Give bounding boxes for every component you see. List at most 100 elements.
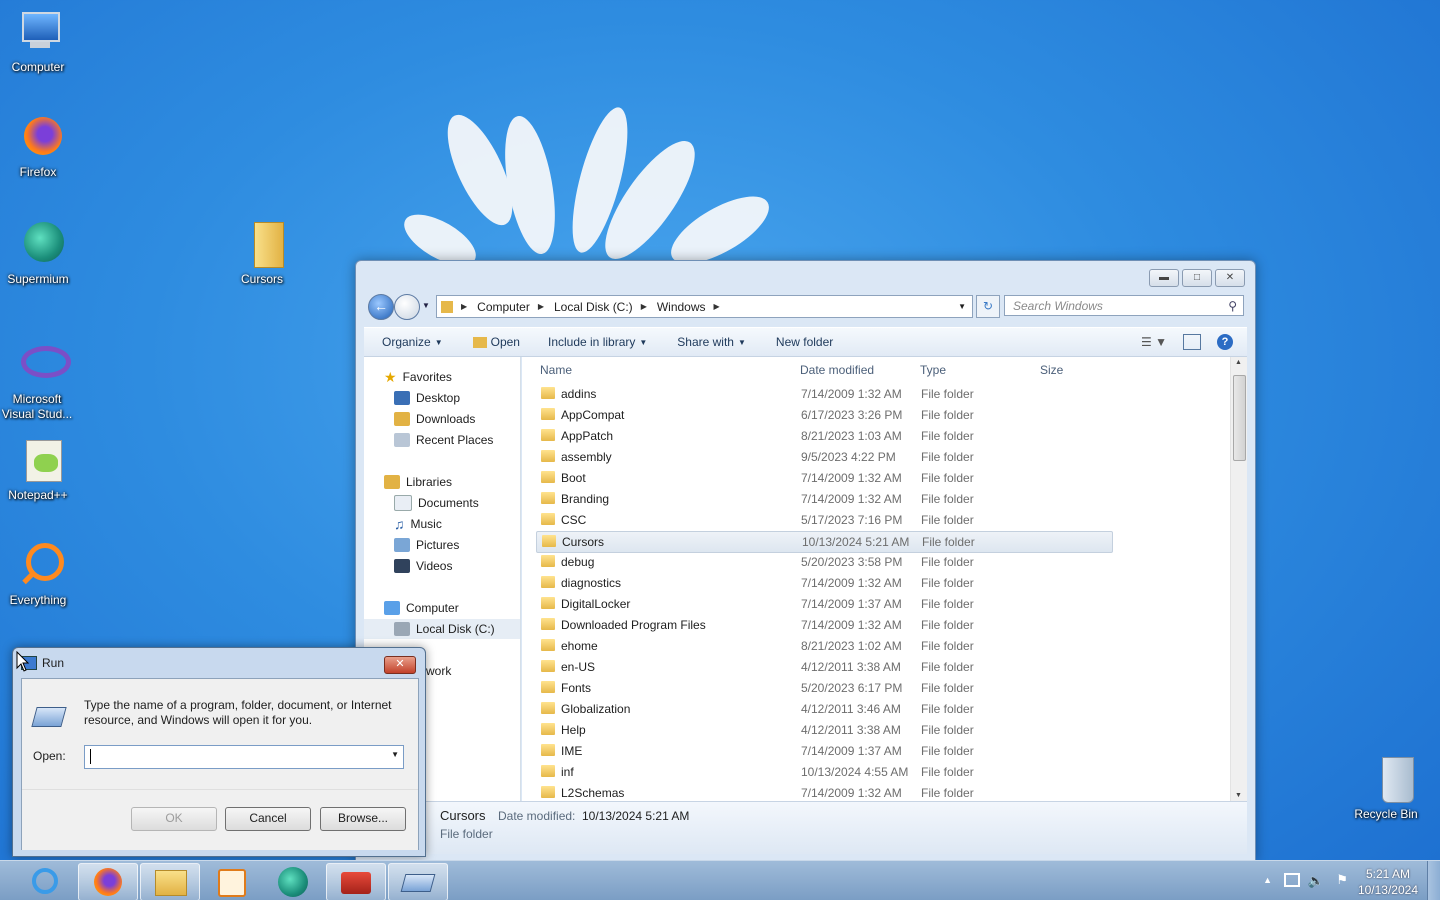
row-type: File folder bbox=[921, 702, 974, 716]
taskbar-explorer[interactable] bbox=[140, 863, 200, 900]
taskbar-supermium[interactable] bbox=[264, 863, 322, 899]
taskbar-run[interactable] bbox=[388, 863, 448, 900]
table-row[interactable]: Branding 7/14/2009 1:32 AM File folder bbox=[536, 489, 1111, 509]
table-row[interactable]: addins 7/14/2009 1:32 AM File folder bbox=[536, 384, 1111, 404]
table-row[interactable]: inf 10/13/2024 4:55 AM File folder bbox=[536, 762, 1111, 782]
desktop-icon-cursors[interactable]: Cursors bbox=[224, 220, 300, 287]
row-type: File folder bbox=[921, 471, 974, 485]
nav-downloads[interactable]: Downloads bbox=[394, 409, 475, 429]
column-date-modified[interactable]: Date modified bbox=[800, 363, 874, 377]
taskbar-internet-explorer[interactable] bbox=[16, 863, 74, 899]
run-close-button[interactable]: ✕ bbox=[384, 656, 416, 674]
table-row[interactable]: Downloaded Program Files 7/14/2009 1:32 A… bbox=[536, 615, 1111, 635]
table-row[interactable]: AppCompat 6/17/2023 3:26 PM File folder bbox=[536, 405, 1111, 425]
new-folder-button[interactable]: New folder bbox=[776, 335, 833, 349]
nav-videos[interactable]: Videos bbox=[394, 556, 452, 576]
nav-pictures[interactable]: Pictures bbox=[394, 535, 459, 555]
table-row[interactable]: debug 5/20/2023 3:58 PM File folder bbox=[536, 552, 1111, 572]
table-row[interactable]: Cursors 10/13/2024 5:21 AM File folder bbox=[536, 531, 1113, 553]
nav-local-disk[interactable]: Local Disk (C:) bbox=[364, 619, 520, 639]
run-browse-button[interactable]: Browse... bbox=[320, 807, 406, 831]
run-cancel-button[interactable]: Cancel bbox=[225, 807, 311, 831]
nav-label: Computer bbox=[406, 601, 459, 615]
row-date: 7/14/2009 1:37 AM bbox=[801, 597, 902, 611]
taskbar-media-player[interactable] bbox=[202, 863, 260, 899]
forward-button[interactable] bbox=[394, 294, 420, 320]
chevron-right-icon[interactable]: ▶ bbox=[714, 302, 720, 311]
column-type[interactable]: Type bbox=[920, 363, 946, 377]
desktop-icon-recycle-bin[interactable]: Recycle Bin bbox=[1348, 755, 1424, 822]
nav-music[interactable]: ♫ Music bbox=[394, 514, 442, 534]
table-row[interactable]: diagnostics 7/14/2009 1:32 AM File folder bbox=[536, 573, 1111, 593]
nav-documents[interactable]: Documents bbox=[394, 493, 479, 513]
chevron-right-icon[interactable]: ▶ bbox=[641, 302, 647, 311]
desktop-icon-supermium[interactable]: Supermium bbox=[0, 220, 76, 287]
run-open-input[interactable]: ▼ bbox=[84, 745, 404, 769]
table-row[interactable]: L2Schemas 7/14/2009 1:32 AM File folder bbox=[536, 783, 1111, 801]
clock[interactable]: 5:21 AM 10/13/2024 bbox=[1358, 866, 1418, 898]
address-dropdown-icon[interactable]: ▼ bbox=[958, 302, 966, 311]
table-row[interactable]: DigitalLocker 7/14/2009 1:37 AM File folde… bbox=[536, 594, 1111, 614]
scrollbar-thumb[interactable] bbox=[1233, 375, 1246, 461]
close-button[interactable]: ✕ bbox=[1215, 269, 1245, 287]
desktop-icon-visual-studio[interactable]: Microsoft Visual Stud... bbox=[0, 340, 74, 422]
back-button[interactable]: ← bbox=[368, 294, 394, 320]
show-desktop-button[interactable] bbox=[1427, 861, 1440, 900]
run-program-icon bbox=[31, 707, 67, 727]
run-ok-button[interactable]: OK bbox=[131, 807, 217, 831]
organize-button[interactable]: Organize ▼ bbox=[382, 335, 443, 349]
row-type: File folder bbox=[921, 618, 974, 632]
network-icon[interactable] bbox=[1284, 873, 1300, 887]
chevron-right-icon[interactable]: ▶ bbox=[538, 302, 544, 311]
table-row[interactable]: Help 4/12/2011 3:38 AM File folder bbox=[536, 720, 1111, 740]
desktop-icon-firefox[interactable]: Firefox bbox=[0, 113, 76, 180]
desktop-icon-computer[interactable]: Computer bbox=[0, 8, 76, 75]
open-button[interactable]: Open bbox=[472, 335, 520, 349]
preview-pane-icon[interactable] bbox=[1183, 334, 1201, 350]
search-input[interactable]: Search Windows ⚲ bbox=[1004, 295, 1244, 316]
share-with-button[interactable]: Share with ▼ bbox=[677, 335, 746, 349]
taskbar-toolbox[interactable] bbox=[326, 863, 386, 900]
taskbar-firefox[interactable] bbox=[78, 863, 138, 900]
table-row[interactable]: en-US 4/12/2011 3:38 AM File folder bbox=[536, 657, 1111, 677]
help-icon[interactable]: ? bbox=[1217, 334, 1233, 350]
view-options-icon[interactable]: ☰ ▼ bbox=[1141, 335, 1167, 349]
table-row[interactable]: ehome 8/21/2023 1:02 AM File folder bbox=[536, 636, 1111, 656]
nav-recent-places[interactable]: Recent Places bbox=[394, 430, 493, 450]
scroll-up-icon[interactable]: ▲ bbox=[1235, 359, 1242, 366]
table-row[interactable]: Fonts 5/20/2023 6:17 PM File folder bbox=[536, 678, 1111, 698]
refresh-button[interactable]: ↻ bbox=[976, 295, 1000, 318]
breadcrumb-windows[interactable]: Windows bbox=[657, 300, 706, 314]
breadcrumb-local-disk[interactable]: Local Disk (C:) bbox=[554, 300, 633, 314]
minimize-button[interactable]: ▬ bbox=[1149, 269, 1179, 287]
folder-icon bbox=[541, 471, 555, 483]
table-row[interactable]: assembly 9/5/2023 4:22 PM File folder bbox=[536, 447, 1111, 467]
nav-computer[interactable]: Computer bbox=[384, 598, 459, 618]
vertical-scrollbar[interactable]: ▲ ▼ bbox=[1230, 357, 1247, 801]
column-size[interactable]: Size bbox=[1040, 363, 1063, 377]
desktop-icon-everything[interactable]: Everything bbox=[0, 541, 76, 608]
table-row[interactable]: CSC 5/17/2023 7:16 PM File folder bbox=[536, 510, 1111, 530]
chevron-down-icon[interactable]: ▼ bbox=[391, 750, 399, 759]
column-name[interactable]: Name bbox=[540, 363, 572, 377]
breadcrumb-computer[interactable]: Computer bbox=[477, 300, 530, 314]
show-hidden-icons[interactable]: ▲ bbox=[1263, 875, 1272, 885]
maximize-button[interactable]: □ bbox=[1182, 269, 1212, 287]
action-center-flag-icon[interactable]: ⚑ bbox=[1336, 872, 1348, 888]
table-row[interactable]: Boot 7/14/2009 1:32 AM File folder bbox=[536, 468, 1111, 488]
nav-label: Desktop bbox=[416, 391, 461, 405]
volume-muted-icon[interactable]: 🔈 bbox=[1308, 873, 1324, 889]
nav-libraries[interactable]: Libraries bbox=[384, 472, 452, 492]
table-row[interactable]: Globalization 4/12/2011 3:46 AM File folde… bbox=[536, 699, 1111, 719]
scroll-down-icon[interactable]: ▼ bbox=[1235, 792, 1242, 799]
nav-desktop[interactable]: Desktop bbox=[394, 388, 460, 408]
table-row[interactable]: IME 7/14/2009 1:37 AM File folder bbox=[536, 741, 1111, 761]
nav-favorites[interactable]: ★ Favorites bbox=[384, 367, 452, 387]
include-in-library-button[interactable]: Include in library ▼ bbox=[548, 335, 647, 349]
recent-pages-dropdown[interactable]: ▼ bbox=[422, 301, 430, 310]
desktop-icon-notepadpp[interactable]: Notepad++ bbox=[0, 436, 76, 503]
row-name: debug bbox=[561, 555, 595, 569]
table-row[interactable]: AppPatch 8/21/2023 1:03 AM File folder bbox=[536, 426, 1111, 446]
address-bar[interactable]: ▶ Computer ▶ Local Disk (C:) ▶ Windows ▶… bbox=[436, 295, 973, 318]
nav-network[interactable]: work bbox=[426, 661, 451, 681]
